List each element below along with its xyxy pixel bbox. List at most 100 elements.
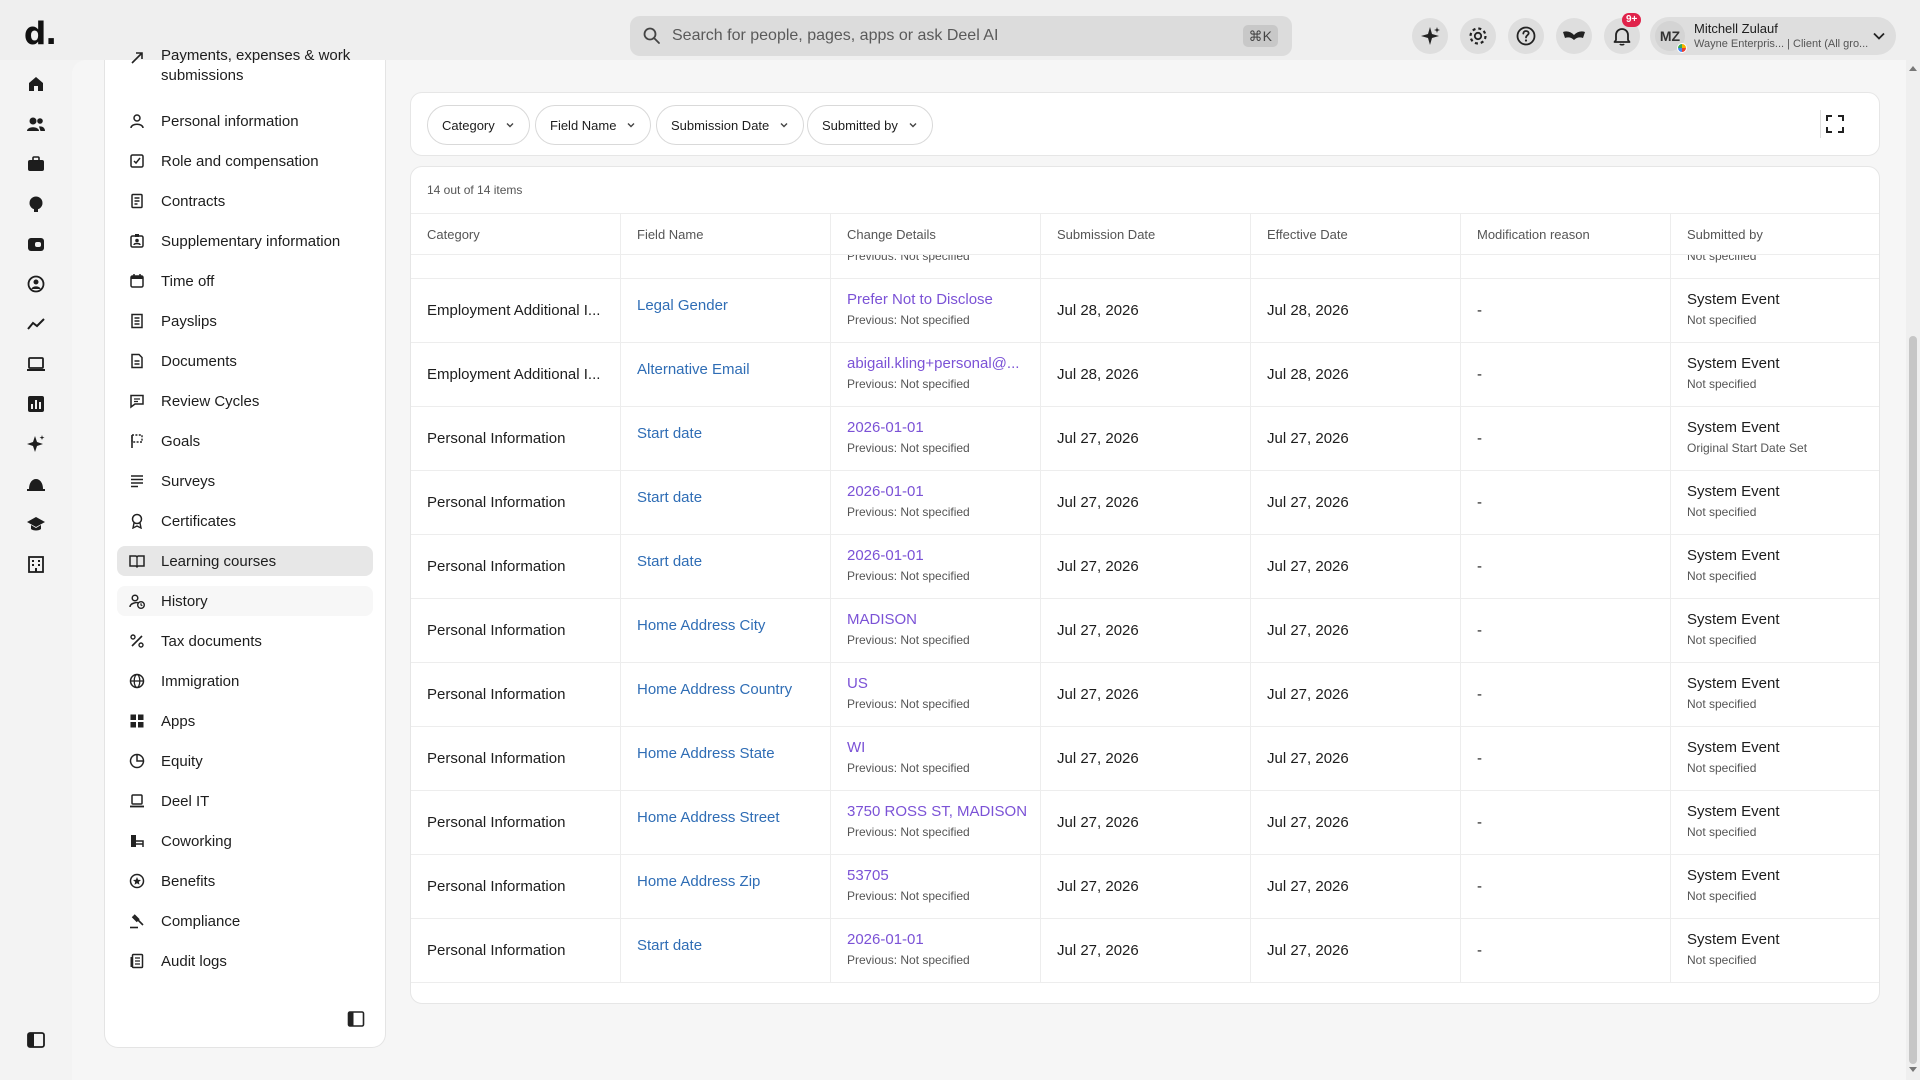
nav-item-payments-expenses-work-submissions[interactable]: Payments, expenses & work submissions: [117, 44, 373, 90]
table-row[interactable]: Personal Information Start date 2026-01-01…: [411, 919, 1879, 983]
nav-item-documents[interactable]: Documents: [117, 346, 373, 376]
filter-submitted-by[interactable]: Submitted by: [807, 105, 933, 145]
nav-item-audit-logs[interactable]: Audit logs: [117, 946, 373, 976]
field-name-link[interactable]: Start date: [637, 489, 702, 506]
nav-item-goals[interactable]: Goals: [117, 426, 373, 456]
nav-item-deel-it[interactable]: Deel IT: [117, 786, 373, 816]
new-value-link[interactable]: 3750 ROSS ST, MADISON: [847, 803, 1027, 820]
nav-item-coworking[interactable]: Coworking: [117, 826, 373, 856]
field-name-link[interactable]: Home Address City: [637, 617, 765, 634]
whats-new-button[interactable]: [1556, 18, 1592, 54]
effective-date: Jul 27, 2026: [1267, 430, 1349, 447]
building-icon[interactable]: [24, 552, 48, 576]
cloud-icon[interactable]: [24, 472, 48, 496]
new-value-link[interactable]: 2026-01-01: [847, 419, 924, 436]
filter-submission-date[interactable]: Submission Date: [656, 105, 805, 145]
help-button[interactable]: [1508, 18, 1544, 54]
new-value-link[interactable]: 2026-01-01: [847, 547, 924, 564]
field-name-link[interactable]: Legal Gender: [637, 297, 728, 314]
nav-item-contracts[interactable]: Contracts: [117, 186, 373, 216]
nav-item-tax-documents[interactable]: Tax documents: [117, 626, 373, 656]
chevron-down-icon: [909, 123, 917, 128]
new-value-link[interactable]: abigail.kling+personal@...: [847, 355, 1019, 372]
column-header-category[interactable]: Category: [411, 214, 621, 256]
search-input[interactable]: [672, 16, 1232, 56]
submitted-by-name: System Event: [1687, 931, 1780, 948]
new-value-link[interactable]: US: [847, 675, 868, 692]
settings-button[interactable]: [1460, 18, 1496, 54]
collapse-panel-icon[interactable]: [347, 1010, 365, 1028]
people-icon[interactable]: [24, 112, 48, 136]
globe-icon[interactable]: [24, 192, 48, 216]
table-row[interactable]: Personal Information Start date 2026-01-01…: [411, 407, 1879, 471]
new-value-link[interactable]: 53705: [847, 867, 889, 884]
table-row[interactable]: Employment Additional I...Marital Status…: [411, 255, 1879, 279]
nav-item-role-and-compensation[interactable]: Role and compensation: [117, 146, 373, 176]
new-value-link[interactable]: MADISON: [847, 611, 917, 628]
deel-logo[interactable]: d.: [24, 16, 57, 52]
new-value-link[interactable]: 2026-01-01: [847, 483, 924, 500]
new-value-link[interactable]: WI: [847, 739, 865, 756]
table-row[interactable]: Personal Information Home Address Country…: [411, 663, 1879, 727]
nav-item-supplementary-information[interactable]: Supplementary information: [117, 226, 373, 256]
gavel-icon: [130, 914, 144, 929]
nav-item-immigration[interactable]: Immigration: [117, 666, 373, 696]
nav-item-apps[interactable]: Apps: [117, 706, 373, 736]
column-header-field-name[interactable]: Field Name: [621, 214, 831, 256]
new-value-link[interactable]: 2026-01-01: [847, 931, 924, 948]
table-row[interactable]: Personal Information Home Address Street 3…: [411, 791, 1879, 855]
nav-item-history[interactable]: History: [117, 586, 373, 616]
nav-item-surveys[interactable]: Surveys: [117, 466, 373, 496]
scrollbar-thumb[interactable]: [1909, 336, 1917, 1064]
table-row[interactable]: Personal Information Home Address Zip 5370…: [411, 855, 1879, 919]
field-name-link[interactable]: Start date: [637, 425, 702, 442]
nav-item-personal-information[interactable]: Personal information: [117, 106, 373, 136]
field-name-link[interactable]: Home Address Street: [637, 809, 780, 826]
scroll-up-icon[interactable]: [1908, 64, 1918, 72]
nav-item-equity[interactable]: Equity: [117, 746, 373, 776]
column-header-submitted-by[interactable]: Submitted by: [1671, 214, 1879, 256]
field-name-link[interactable]: Alternative Email: [637, 361, 750, 378]
nav-item-review-cycles[interactable]: Review Cycles: [117, 386, 373, 416]
nav-item-certificates[interactable]: Certificates: [117, 506, 373, 536]
wallet-icon[interactable]: [24, 232, 48, 256]
analytics-icon[interactable]: [24, 392, 48, 416]
table-row[interactable]: Employment Additional I... Legal Gender Pr…: [411, 279, 1879, 343]
nav-item-benefits[interactable]: Benefits: [117, 866, 373, 896]
nav-item-learning-courses[interactable]: Learning courses: [117, 546, 373, 576]
scroll-down-icon[interactable]: [1908, 1066, 1918, 1074]
fullscreen-icon[interactable]: [1826, 115, 1844, 133]
field-name-link[interactable]: Home Address Zip: [637, 873, 760, 890]
new-value-link[interactable]: Prefer Not to Disclose: [847, 291, 993, 308]
table-row[interactable]: Personal Information Home Address City MAD…: [411, 599, 1879, 663]
user-menu[interactable]: MZ Mitchell Zulauf Wayne Enterpris... | …: [1650, 17, 1896, 55]
field-name-link[interactable]: Start date: [637, 553, 702, 570]
table-row[interactable]: Personal Information Start date 2026-01-01…: [411, 535, 1879, 599]
ai-sparkle-icon[interactable]: [24, 432, 48, 456]
trend-icon[interactable]: [24, 312, 48, 336]
ai-sparkle-button[interactable]: [1412, 18, 1448, 54]
nav-item-time-off[interactable]: Time off: [117, 266, 373, 296]
filter-field-name[interactable]: Field Name: [535, 105, 652, 145]
column-header-effective-date[interactable]: Effective Date: [1251, 214, 1461, 256]
column-header-change-details[interactable]: Change Details: [831, 214, 1041, 256]
table-row[interactable]: Employment Additional I... Alternative Em…: [411, 343, 1879, 407]
column-header-submission-date[interactable]: Submission Date: [1041, 214, 1251, 256]
sidebar-toggle-icon[interactable]: [24, 1028, 48, 1052]
effective-date-cell: Jul 27, 2026: [1251, 599, 1461, 663]
nav-item-compliance[interactable]: Compliance: [117, 906, 373, 936]
table-row[interactable]: Personal Information Home Address State WI…: [411, 727, 1879, 791]
field-name-link[interactable]: Start date: [637, 937, 702, 954]
field-name-link[interactable]: Home Address Country: [637, 681, 792, 698]
column-header-modification-reason[interactable]: Modification reason: [1461, 214, 1671, 256]
graduation-icon[interactable]: [24, 512, 48, 536]
home-icon[interactable]: [24, 72, 48, 96]
briefcase-icon[interactable]: [24, 152, 48, 176]
filter-category[interactable]: Category: [427, 105, 530, 145]
field-name-link[interactable]: Home Address State: [637, 745, 775, 762]
org-icon[interactable]: [24, 272, 48, 296]
table-row[interactable]: Personal Information Start date 2026-01-01…: [411, 471, 1879, 535]
nav-item-payslips[interactable]: Payslips: [117, 306, 373, 336]
laptop-icon[interactable]: [24, 352, 48, 376]
global-search[interactable]: ⌘K: [630, 16, 1292, 56]
